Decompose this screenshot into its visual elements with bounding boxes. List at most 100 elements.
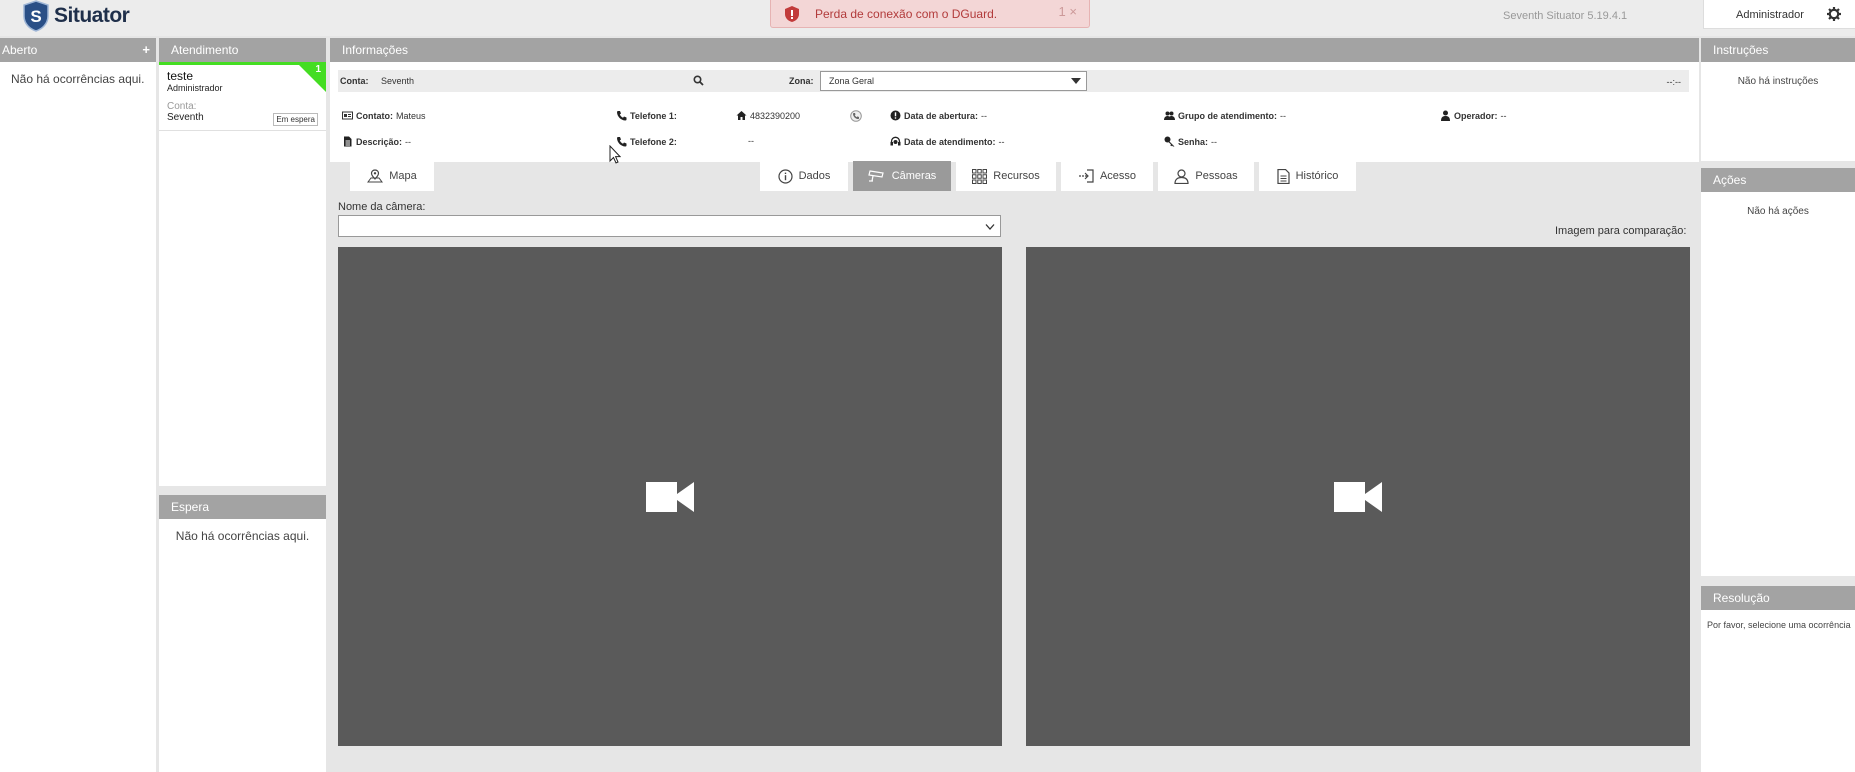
map-pin-icon (367, 169, 384, 183)
telefone2-field: Telefone 2: (616, 136, 677, 147)
aberto-header: Aberto + (0, 38, 156, 62)
camera-video-view[interactable] (338, 247, 1002, 746)
app-logo: S Situator (22, 0, 130, 32)
occurrence-card[interactable]: 1 teste Administrador Conta: Seventh Em … (159, 62, 326, 131)
security-camera-icon (867, 170, 884, 182)
acoes-header: Ações (1701, 168, 1855, 192)
top-bar: S Situator Perda de conexão com o DGuard… (0, 0, 1855, 36)
instrucoes-title: Instruções (1713, 43, 1769, 57)
aberto-empty-text: Não há ocorrências aqui. (11, 72, 145, 86)
card-corner-badge (296, 62, 326, 92)
mouse-cursor-icon (609, 145, 621, 164)
call-button-icon[interactable] (850, 110, 862, 122)
data-abertura-value: -- (981, 110, 988, 121)
tab-pessoas[interactable]: Pessoas (1158, 161, 1254, 191)
group-icon (1164, 111, 1175, 120)
telefone1-number: 4832390200 (736, 110, 800, 121)
alert-close-button[interactable]: 1 × (1059, 4, 1077, 19)
close-icon: × (1069, 4, 1077, 19)
descricao-field: Descrição: -- (342, 136, 411, 147)
espera-empty-text: Não há ocorrências aqui. (175, 529, 310, 543)
data-abertura-label: Data de abertura: (904, 110, 979, 121)
tab-cameras-label: Câmeras (891, 170, 937, 182)
resolucao-text: Por favor, selecione uma ocorrência (1707, 620, 1851, 630)
time-value: --:-- (1666, 77, 1682, 87)
telefone2-value: -- (748, 136, 754, 146)
grupo-atendimento-value: -- (1280, 110, 1286, 121)
info-icon (777, 168, 793, 184)
video-camera-icon (1334, 481, 1382, 512)
descricao-value: -- (405, 136, 412, 147)
conta-value: Seventh (381, 76, 415, 86)
alert-count: 1 (1058, 4, 1066, 19)
tab-mapa[interactable]: Mapa (350, 161, 434, 191)
telefone1-field: Telefone 1: (616, 110, 677, 121)
connection-alert: Perda de conexão com o DGuard. 1 × (770, 0, 1090, 28)
chevron-down-icon (985, 224, 995, 230)
video-camera-icon (646, 481, 694, 512)
zone-selected: Zona Geral (829, 76, 875, 86)
espera-header: Espera (159, 495, 326, 519)
senha-field: Senha: -- (1164, 136, 1217, 147)
comparison-image-label: Imagem para comparação: (1555, 225, 1687, 237)
zona-label: Zona: (789, 76, 814, 86)
tab-historico[interactable]: Histórico (1259, 161, 1356, 191)
operador-label: Operador: (1454, 110, 1498, 121)
espera-panel: Espera Não há ocorrências aqui. (159, 495, 326, 772)
tab-cameras[interactable]: Câmeras (853, 161, 951, 191)
operador-field: Operador: -- (1440, 110, 1507, 121)
gear-icon[interactable] (1827, 7, 1841, 21)
tab-dados-label: Dados (798, 170, 831, 182)
aberto-panel: Aberto + Não há ocorrências aqui. (0, 38, 156, 772)
data-atendimento-label: Data de atendimento: (904, 136, 996, 147)
zone-select[interactable]: Zona Geral (820, 71, 1087, 91)
tab-pessoas-label: Pessoas (1195, 170, 1238, 182)
card-account-label: Conta: (167, 101, 197, 112)
camera-select[interactable] (338, 215, 1001, 237)
card-count-badge: 1 (315, 64, 321, 75)
tab-recursos[interactable]: Recursos (956, 161, 1056, 191)
document-icon (344, 136, 352, 147)
descricao-label: Descrição: (356, 136, 403, 147)
warning-shield-icon (785, 5, 799, 22)
resolucao-header: Resolução (1701, 586, 1855, 610)
acoes-panel: Ações Não há ações (1701, 168, 1855, 576)
chevron-down-icon (1071, 78, 1081, 84)
tab-recursos-label: Recursos (993, 170, 1040, 182)
comparison-video-view[interactable] (1026, 247, 1690, 746)
atendimento-panel: Atendimento 1 teste Administrador Conta:… (159, 38, 326, 486)
card-status-button[interactable]: Em espera (273, 113, 318, 126)
alert-circle-icon (890, 110, 901, 121)
tab-dados[interactable]: Dados (760, 161, 848, 191)
account-zone-bar: Conta: Seventh Zona: Zona Geral --:-- (338, 70, 1689, 92)
instrucoes-empty-text: Não há instruções (1737, 76, 1819, 87)
instrucoes-panel: Instruções Não há instruções (1701, 38, 1855, 161)
senha-label: Senha: (1178, 136, 1209, 147)
grid-icon (972, 168, 988, 184)
informacoes-panel: Informações Conta: Seventh Zona: Zona Ge… (330, 38, 1699, 162)
espera-title: Espera (171, 500, 210, 514)
user-name: Administrador (1736, 9, 1804, 21)
shield-logo-icon: S (23, 0, 49, 32)
instrucoes-header: Instruções (1701, 38, 1855, 62)
app-name: Situator (54, 4, 130, 27)
add-occurrence-button[interactable]: + (142, 42, 150, 57)
tab-mapa-label: Mapa (389, 170, 417, 182)
svg-text:S: S (30, 7, 41, 26)
headset-icon (890, 136, 901, 146)
user-menu-button[interactable]: Administrador (1703, 0, 1855, 29)
tab-historico-label: Histórico (1295, 170, 1339, 182)
alert-message: Perda de conexão com o DGuard. (815, 6, 998, 21)
resolucao-title: Resolução (1713, 591, 1770, 605)
app-version: Seventh Situator 5.19.4.1 (1503, 10, 1628, 22)
contato-value: Mateus (396, 110, 426, 121)
data-atendimento-field: Data de atendimento: -- (890, 136, 1005, 147)
tab-acesso[interactable]: Acesso (1061, 161, 1153, 191)
search-icon[interactable] (693, 75, 704, 86)
id-card-icon (342, 111, 353, 120)
acoes-empty-text: Não há ações (1747, 206, 1809, 217)
contato-field: Contato: Mateus (342, 110, 426, 121)
resolucao-panel: Resolução Por favor, selecione uma ocorr… (1701, 586, 1855, 772)
data-atendimento-value: -- (998, 136, 1005, 147)
data-abertura-field: Data de abertura: -- (890, 110, 987, 121)
